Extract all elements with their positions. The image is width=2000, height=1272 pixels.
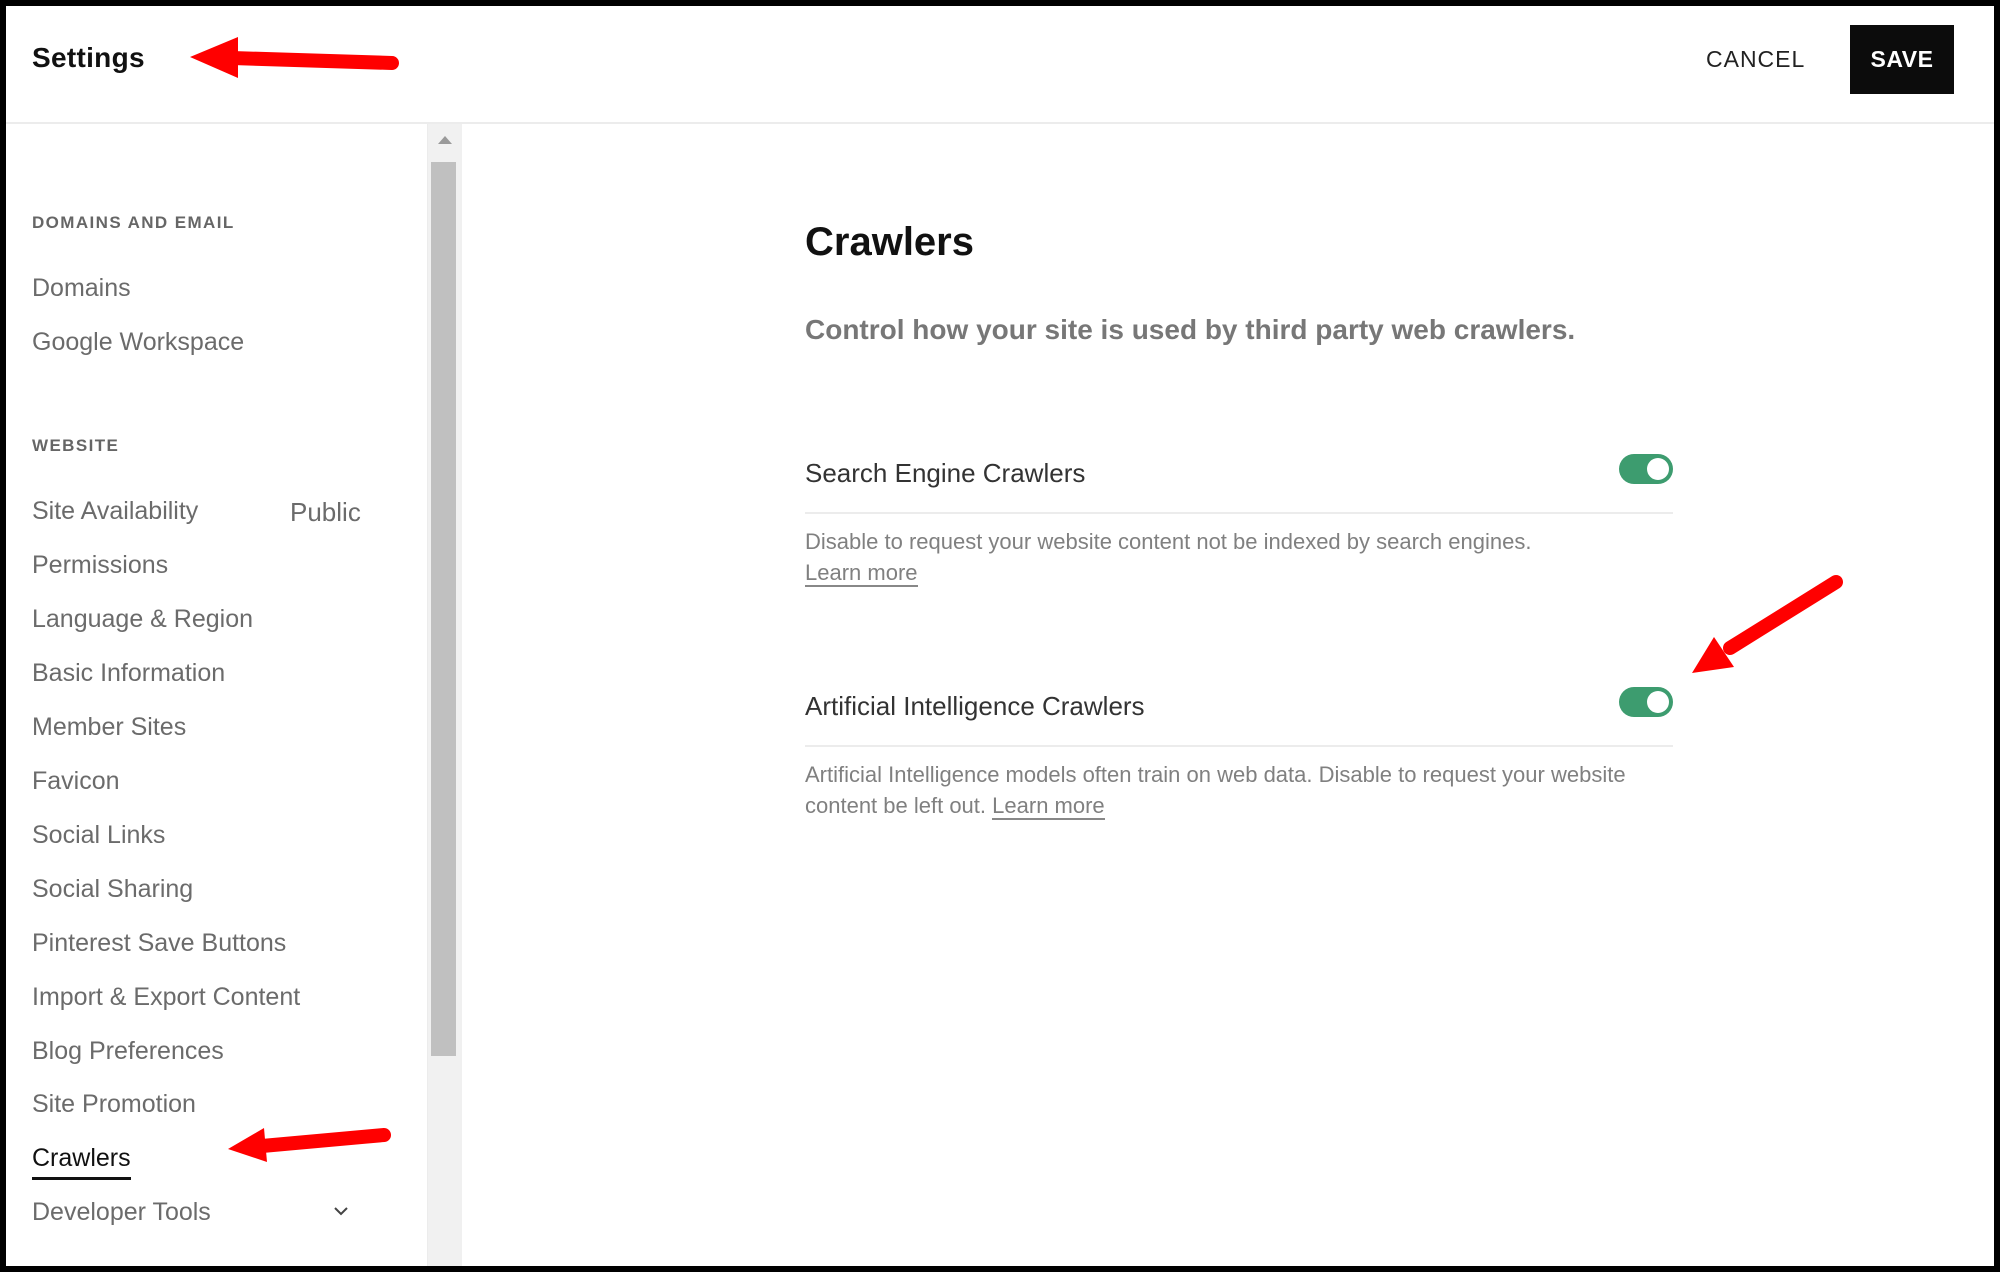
save-button[interactable]: SAVE bbox=[1850, 25, 1954, 94]
ai-crawlers-toggle[interactable] bbox=[1619, 687, 1673, 717]
setting-description: Disable to request your website content … bbox=[805, 526, 1673, 588]
sidebar-item-label: Favicon bbox=[32, 767, 120, 795]
sidebar-item-favicon[interactable]: Favicon bbox=[32, 767, 120, 796]
sidebar-item-label: Site Promotion bbox=[32, 1090, 196, 1118]
toggle-knob bbox=[1647, 691, 1669, 713]
sidebar-item-member-sites[interactable]: Member Sites bbox=[32, 713, 186, 742]
sidebar-item-blog-preferences[interactable]: Blog Preferences bbox=[32, 1037, 224, 1066]
setting-description-text: Disable to request your website content … bbox=[805, 529, 1532, 554]
sidebar-item-label: Pinterest Save Buttons bbox=[32, 929, 287, 957]
sidebar-item-google-workspace[interactable]: Google Workspace bbox=[32, 328, 244, 357]
sidebar-item-basic-information[interactable]: Basic Information bbox=[32, 659, 225, 688]
sidebar-item-label: Social Sharing bbox=[32, 875, 194, 903]
setting-row: Artificial Intelligence Crawlers bbox=[805, 683, 1673, 747]
chevron-down-icon[interactable] bbox=[334, 1204, 348, 1218]
page-title: Crawlers bbox=[805, 220, 974, 264]
scrollbar-thumb[interactable] bbox=[431, 162, 456, 1056]
learn-more-link[interactable]: Learn more bbox=[992, 793, 1105, 820]
sidebar-item-label: Import & Export Content bbox=[32, 983, 301, 1011]
sidebar-item-label: Basic Information bbox=[32, 659, 226, 687]
setting-description: Artificial Intelligence models often tra… bbox=[805, 759, 1673, 821]
header: Settings CANCEL SAVE bbox=[6, 6, 1994, 124]
sidebar-item-label: Google Workspace bbox=[32, 328, 245, 356]
setting-description-text: Artificial Intelligence models often tra… bbox=[805, 762, 1626, 818]
sidebar-item-site-availability[interactable]: Site Availability Public bbox=[32, 497, 361, 527]
cancel-button[interactable]: CANCEL bbox=[1706, 46, 1805, 73]
scroll-up-arrow-icon[interactable] bbox=[438, 136, 452, 144]
sidebar-item-social-links[interactable]: Social Links bbox=[32, 821, 165, 850]
sidebar-item-import-export-content[interactable]: Import & Export Content bbox=[32, 983, 300, 1012]
sidebar-item-label: Permissions bbox=[32, 551, 169, 579]
sidebar-item-domains[interactable]: Domains bbox=[32, 274, 131, 303]
sidebar-item-developer-tools[interactable]: Developer Tools bbox=[32, 1198, 348, 1227]
setting-label: Artificial Intelligence Crawlers bbox=[805, 691, 1145, 721]
search-engine-crawlers-toggle[interactable] bbox=[1619, 454, 1673, 484]
sidebar-item-label: Developer Tools bbox=[32, 1198, 211, 1226]
sidebar-item-site-promotion[interactable]: Site Promotion bbox=[32, 1090, 196, 1119]
sidebar-item-permissions[interactable]: Permissions bbox=[32, 551, 168, 580]
learn-more-link[interactable]: Learn more bbox=[805, 560, 918, 587]
sidebar-item-pinterest-save-buttons[interactable]: Pinterest Save Buttons bbox=[32, 929, 286, 958]
sidebar: DOMAINS AND EMAIL Domains Google Workspa… bbox=[6, 124, 461, 1266]
sidebar-item-label: Crawlers bbox=[32, 1144, 131, 1180]
setting-row: Search Engine Crawlers bbox=[805, 450, 1673, 514]
sidebar-item-label: Domains bbox=[32, 274, 131, 302]
sidebar-item-label: Site Availability bbox=[32, 497, 199, 525]
sidebar-item-social-sharing[interactable]: Social Sharing bbox=[32, 875, 193, 904]
sidebar-item-label: Blog Preferences bbox=[32, 1037, 224, 1065]
page-header-title: Settings bbox=[32, 42, 145, 73]
page-subtitle: Control how your site is used by third p… bbox=[805, 314, 1576, 345]
sidebar-item-language-region[interactable]: Language & Region bbox=[32, 605, 253, 634]
setting-label: Search Engine Crawlers bbox=[805, 458, 1086, 488]
main-content: Crawlers Control how your site is used b… bbox=[462, 124, 1994, 1266]
sidebar-section-domains-and-email: DOMAINS AND EMAIL bbox=[32, 213, 235, 232]
sidebar-scrollbar[interactable] bbox=[427, 124, 461, 1266]
sidebar-item-crawlers[interactable]: Crawlers bbox=[32, 1144, 131, 1180]
sidebar-item-label: Language & Region bbox=[32, 605, 254, 633]
search-engine-crawlers-setting: Search Engine Crawlers Disable to reques… bbox=[805, 450, 1673, 588]
site-availability-value: Public bbox=[290, 497, 361, 527]
sidebar-item-label: Member Sites bbox=[32, 713, 187, 741]
sidebar-section-website: WEBSITE bbox=[32, 436, 120, 455]
toggle-knob bbox=[1647, 458, 1669, 480]
ai-crawlers-setting: Artificial Intelligence Crawlers Artific… bbox=[805, 683, 1673, 821]
sidebar-item-label: Social Links bbox=[32, 821, 166, 849]
settings-window: Settings CANCEL SAVE DOMAINS AND EMAIL D… bbox=[6, 6, 1994, 1266]
